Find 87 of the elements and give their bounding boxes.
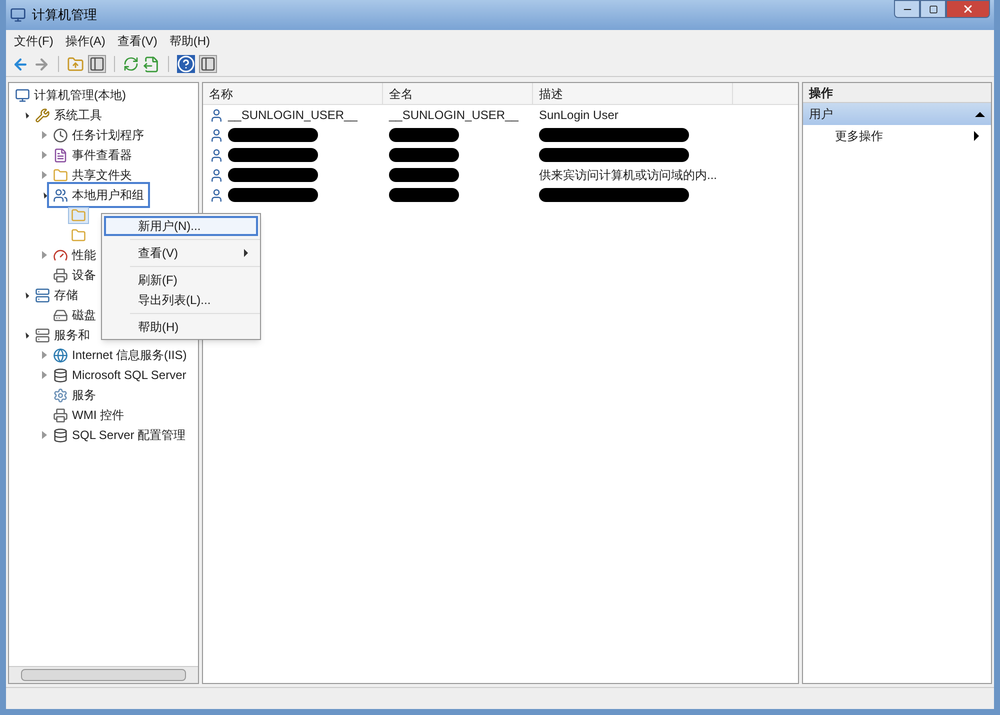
close-button[interactable] — [946, 0, 990, 18]
collapsed-arrow-icon[interactable] — [42, 151, 46, 159]
redaction-scribble — [389, 188, 459, 202]
printer-icon — [53, 408, 68, 422]
help-icon[interactable] — [177, 55, 195, 73]
table-cell-text: SunLogin User — [539, 107, 618, 124]
tree-item[interactable]: 系统工具 — [32, 105, 105, 125]
database-icon — [53, 368, 68, 382]
tree-item[interactable]: 本地用户和组 — [50, 185, 147, 205]
table-cell-text: __SUNLOGIN_USER__ — [228, 107, 358, 124]
menu-item[interactable]: 查看(V) — [117, 32, 158, 50]
context-menu-item[interactable]: 导出列表(L)... — [104, 290, 258, 310]
table-cell-text: 供来宾访问计算机或访问域的内... — [539, 167, 718, 184]
gear-icon — [53, 388, 68, 402]
back-icon[interactable] — [12, 56, 29, 72]
actions-header: 操作 — [803, 83, 991, 103]
context-menu-item[interactable]: 新用户(N)... — [104, 216, 258, 236]
gauge-icon — [53, 248, 68, 262]
tree-item[interactable]: 共享文件夹 — [50, 165, 135, 185]
close-icon — [962, 3, 974, 15]
collapsed-arrow-icon[interactable] — [42, 431, 46, 439]
tree-item[interactable]: 服务和 — [32, 325, 93, 345]
wrench-icon — [35, 108, 50, 122]
tree-item[interactable]: Microsoft SQL Server — [50, 365, 190, 385]
tree-item[interactable]: 计算机管理(本地) — [12, 85, 129, 105]
menu-item[interactable]: 帮助(H) — [169, 32, 210, 50]
maximize-icon — [928, 4, 938, 14]
tree-item[interactable]: 任务计划程序 — [50, 125, 147, 145]
tree-item[interactable]: 磁盘 — [50, 305, 99, 325]
menu-item[interactable]: 操作(A) — [65, 32, 106, 50]
user-icon — [209, 188, 224, 202]
collapse-arrow-icon[interactable] — [975, 112, 985, 116]
server-icon — [35, 288, 50, 302]
redaction-scribble — [389, 168, 459, 182]
action-item[interactable]: 更多操作 — [803, 125, 991, 147]
forward-icon[interactable] — [33, 56, 50, 72]
table-cell-text: __SUNLOGIN_USER__ — [389, 107, 518, 124]
horizontal-scrollbar[interactable] — [9, 666, 198, 683]
server-icon — [35, 328, 50, 342]
tree-item[interactable]: SQL Server 配置管理 — [50, 425, 189, 445]
users-icon — [53, 188, 68, 202]
collapsed-arrow-icon[interactable] — [42, 371, 46, 379]
globe-icon — [53, 348, 68, 362]
document-icon — [53, 148, 68, 162]
panel-toggle-icon[interactable] — [88, 55, 106, 73]
window-title: 计算机管理 — [32, 6, 97, 24]
redaction-scribble — [389, 148, 459, 162]
user-icon — [209, 128, 224, 142]
column-header[interactable]: 全名 — [383, 83, 533, 104]
minimize-button[interactable] — [894, 0, 920, 18]
actions-section[interactable]: 用户 — [803, 103, 991, 125]
tree-item[interactable]: 存储 — [32, 285, 81, 305]
context-menu-item[interactable]: 查看(V) — [104, 243, 258, 263]
folder-icon — [53, 168, 68, 182]
export-icon[interactable] — [143, 56, 160, 72]
collapsed-arrow-icon[interactable] — [42, 131, 46, 139]
tree-item[interactable]: 设备 — [50, 265, 99, 285]
user-icon — [209, 148, 224, 162]
computer-icon — [10, 7, 26, 23]
user-icon — [209, 108, 224, 122]
folder-icon — [71, 208, 86, 222]
collapsed-arrow-icon[interactable] — [42, 171, 46, 179]
refresh-icon[interactable] — [123, 56, 139, 72]
tree-item[interactable]: Internet 信息服务(IIS) — [50, 345, 190, 365]
tree-item[interactable]: 性能 — [50, 245, 99, 265]
redaction-scribble — [389, 128, 459, 142]
collapsed-arrow-icon[interactable] — [42, 251, 46, 259]
printer-icon — [53, 268, 68, 282]
context-menu-item[interactable]: 帮助(H) — [104, 317, 258, 337]
panel-toggle-icon[interactable] — [199, 55, 217, 73]
hard-drive-icon — [53, 308, 68, 322]
clock-icon — [53, 128, 68, 142]
tree-item[interactable]: 事件查看器 — [50, 145, 135, 165]
tree-item[interactable]: 服务 — [50, 385, 99, 405]
database-icon — [53, 428, 68, 442]
column-header[interactable]: 名称 — [203, 83, 383, 104]
maximize-button[interactable] — [920, 0, 946, 18]
user-icon — [209, 168, 224, 182]
menu-item[interactable]: 文件(F) — [14, 32, 54, 50]
collapsed-arrow-icon[interactable] — [42, 351, 46, 359]
folder-up-icon[interactable] — [67, 56, 84, 72]
context-menu-item[interactable]: 刷新(F) — [104, 270, 258, 290]
tree-item[interactable] — [68, 206, 89, 224]
monitor-icon — [15, 88, 30, 102]
column-header[interactable]: 描述 — [533, 83, 733, 104]
tree-item[interactable]: WMI 控件 — [50, 405, 127, 425]
folder-icon — [71, 228, 86, 242]
